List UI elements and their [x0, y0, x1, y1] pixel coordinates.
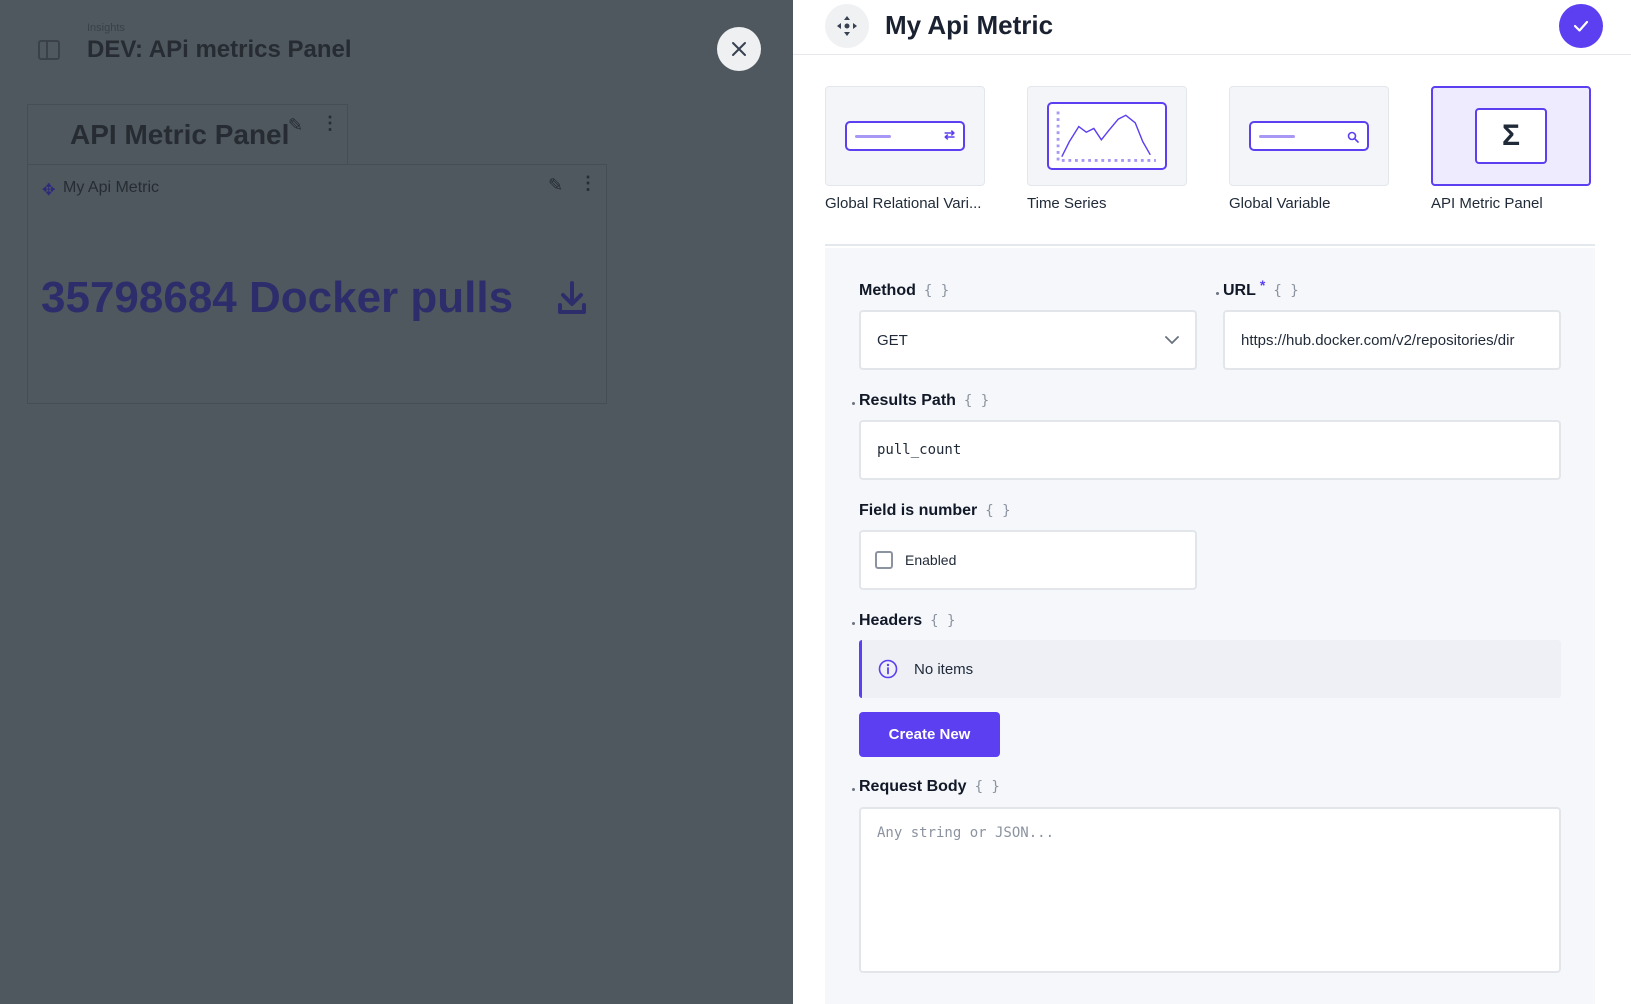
drawer-title: My Api Metric	[885, 10, 1054, 40]
more-vertical-icon[interactable]: ⋮	[321, 113, 339, 134]
headers-label-text: Headers	[859, 612, 923, 629]
required-dot	[852, 622, 855, 625]
move-icon[interactable]	[825, 4, 869, 48]
download-icon	[558, 281, 586, 314]
panel-type-selector: ⇄ Global Relational Vari... Time Series	[825, 86, 1595, 246]
field-is-number-label: Field is number { }	[859, 502, 1011, 520]
method-label: Method { }	[859, 282, 949, 300]
panel-type-card[interactable]	[1027, 86, 1187, 186]
close-drawer-button[interactable]	[717, 27, 761, 71]
sigma-icon: Σ	[1475, 108, 1547, 164]
results-path-field[interactable]	[859, 420, 1561, 480]
headers-empty-notice: No items	[859, 640, 1561, 698]
panel-tab[interactable]: API Metric Panel ✎ ⋮	[27, 104, 348, 164]
url-label: URL * { }	[1223, 277, 1299, 300]
field-is-number-toggle[interactable]: Enabled	[859, 530, 1197, 590]
panel-editor-drawer: My Api Metric ⇄ Global Relational Vari..…	[793, 0, 1631, 1004]
panel-type-label: Time Series	[1027, 195, 1107, 212]
metric-card-title: My Api Metric	[63, 179, 160, 196]
results-path-label: Results Path { }	[859, 392, 989, 410]
search-icon	[1347, 131, 1359, 143]
required-dot	[1216, 292, 1219, 295]
required-dot	[852, 788, 855, 791]
url-input[interactable]	[1225, 312, 1559, 368]
method-select-value: GET	[877, 331, 908, 349]
panel-type-global-relational-variable[interactable]: ⇄ Global Relational Vari...	[825, 86, 990, 212]
metric-value: 35798684 Docker pulls	[41, 273, 514, 322]
url-label-text: URL	[1223, 282, 1256, 299]
move-icon: ✥	[42, 182, 56, 199]
request-body-label-text: Request Body	[859, 778, 967, 795]
background-dashboard: Insights DEV: APi metrics Panel API Metr…	[0, 0, 793, 1004]
chevron-down-icon	[1165, 336, 1179, 344]
panel-type-global-variable[interactable]: Global Variable	[1229, 86, 1394, 212]
panel-type-api-metric-panel[interactable]: Σ API Metric Panel	[1431, 86, 1596, 212]
close-icon	[732, 42, 746, 56]
more-vertical-icon[interactable]: ⋮	[579, 173, 597, 194]
enabled-checkbox-label: Enabled	[905, 552, 957, 568]
check-icon	[1573, 20, 1589, 32]
required-dot	[852, 402, 855, 405]
global-variable-icon	[1249, 121, 1369, 151]
panel-type-label: API Metric Panel	[1431, 195, 1543, 212]
headers-empty-text: No items	[914, 660, 974, 678]
time-series-icon	[1047, 102, 1167, 170]
method-label-text: Method	[859, 282, 916, 299]
headers-label: Headers { }	[859, 612, 955, 630]
panel-type-time-series[interactable]: Time Series	[1027, 86, 1192, 212]
sidebar-toggle-icon[interactable]	[38, 40, 60, 60]
panel-type-label: Global Relational Vari...	[825, 195, 982, 212]
braces-icon[interactable]: { }	[924, 283, 949, 299]
create-new-header-button[interactable]: Create New	[859, 712, 1000, 757]
url-field[interactable]	[1223, 310, 1561, 370]
field-is-number-label-text: Field is number	[859, 502, 978, 519]
confirm-button[interactable]	[1559, 4, 1603, 48]
results-path-label-text: Results Path	[859, 392, 956, 409]
breadcrumb: Insights	[87, 22, 125, 34]
panel-type-card-selected[interactable]: Σ	[1431, 86, 1591, 186]
braces-icon[interactable]: { }	[1273, 283, 1298, 299]
braces-icon[interactable]: { }	[975, 779, 1000, 795]
pencil-icon[interactable]: ✎	[548, 175, 563, 196]
method-select[interactable]: GET	[859, 310, 1197, 370]
braces-icon[interactable]: { }	[930, 613, 955, 629]
panel-type-card[interactable]: ⇄	[825, 86, 985, 186]
drawer-header: My Api Metric	[793, 0, 1631, 55]
panel-tab-title: API Metric Panel	[70, 119, 290, 150]
braces-icon[interactable]: { }	[964, 393, 989, 409]
api-metric-form: Method { } GET URL * { } Results Path { …	[825, 248, 1595, 1004]
pencil-icon[interactable]: ✎	[288, 115, 303, 136]
panel-type-card[interactable]	[1229, 86, 1389, 186]
results-path-input[interactable]	[861, 422, 1559, 478]
enabled-checkbox[interactable]	[875, 551, 893, 569]
request-body-textarea[interactable]	[861, 809, 1559, 971]
braces-icon[interactable]: { }	[985, 503, 1010, 519]
dashboard-title: DEV: APi metrics Panel	[87, 36, 352, 63]
request-body-label: Request Body { }	[859, 778, 1000, 796]
required-star: *	[1259, 277, 1266, 293]
metric-card: ✥ My Api Metric ✎ ⋮ 35798684 Docker pull…	[27, 164, 607, 404]
request-body-field[interactable]	[859, 807, 1561, 973]
panel-type-label: Global Variable	[1229, 195, 1331, 212]
relational-variable-icon: ⇄	[845, 121, 965, 151]
info-icon	[878, 659, 898, 679]
